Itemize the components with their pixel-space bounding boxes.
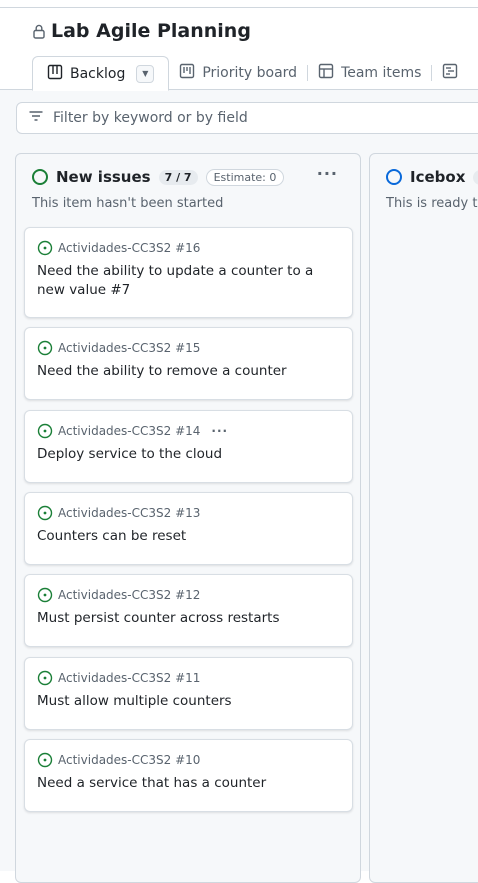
issue-title[interactable]: Must allow multiple counters: [37, 692, 340, 711]
issue-card[interactable]: Actividades-CC3S2 #11 Must allow multipl…: [24, 657, 353, 730]
column-title: Icebox: [410, 168, 466, 186]
issue-card[interactable]: Actividades-CC3S2 #13 Counters can be re…: [24, 492, 353, 565]
issue-reference[interactable]: Actividades-CC3S2 #13: [58, 506, 200, 520]
issue-title[interactable]: Counters can be reset: [37, 527, 340, 546]
tab-more[interactable]: [432, 56, 468, 90]
tab-team-items[interactable]: Team items: [308, 56, 431, 90]
issue-opened-icon: [37, 423, 53, 439]
tab-priority-board[interactable]: Priority board: [169, 56, 307, 90]
tab-backlog[interactable]: Backlog ▼: [32, 56, 170, 91]
view-tabs: Backlog ▼ Priority board Team items: [32, 56, 468, 91]
issue-opened-icon: [37, 240, 53, 256]
filter-input[interactable]: Filter by keyword or by field: [16, 102, 478, 134]
status-circle-icon: [386, 169, 402, 185]
tab-label: Backlog: [70, 65, 126, 82]
chevron-down-icon[interactable]: ▼: [136, 64, 155, 83]
issue-reference[interactable]: Actividades-CC3S2 #16: [58, 241, 200, 255]
issue-title[interactable]: Deploy service to the cloud: [37, 445, 340, 464]
filter-placeholder: Filter by keyword or by field: [53, 110, 248, 126]
card-menu-icon[interactable]: ···: [211, 424, 228, 438]
issue-opened-icon: [37, 505, 53, 521]
filter-icon: [28, 108, 44, 128]
issue-opened-icon: [37, 752, 53, 768]
roadmap-icon: [442, 63, 458, 83]
issue-title[interactable]: Need the ability to update a counter to …: [37, 262, 340, 300]
issue-opened-icon: [37, 340, 53, 356]
tab-label: Priority board: [202, 65, 298, 81]
estimate-badge: Estimate: 0: [205, 168, 285, 186]
tab-label: Team items: [341, 65, 422, 81]
issue-card[interactable]: Actividades-CC3S2 #15 Need the ability t…: [24, 327, 353, 400]
issue-title[interactable]: Must persist counter across restarts: [37, 609, 340, 628]
column-header: Icebox: [386, 168, 478, 186]
column-header: New issues 7 / 7 Estimate: 0: [32, 168, 285, 186]
issue-reference[interactable]: Actividades-CC3S2 #10: [58, 753, 200, 767]
item-count-badge: [473, 169, 478, 185]
issue-opened-icon: [37, 670, 53, 686]
column-title: New issues: [56, 168, 151, 186]
project-header: Lab Agile Planning: [32, 20, 251, 42]
column-new-issues: New issues 7 / 7 Estimate: 0 ··· This it…: [15, 153, 361, 883]
issue-reference[interactable]: Actividades-CC3S2 #14: [58, 424, 200, 438]
item-count-badge: 7 / 7: [158, 169, 198, 185]
table-icon: [318, 63, 334, 83]
issue-card[interactable]: Actividades-CC3S2 #16 Need the ability t…: [24, 227, 353, 318]
top-border: [0, 7, 478, 8]
issue-reference[interactable]: Actividades-CC3S2 #11: [58, 671, 200, 685]
board-icon: [179, 63, 195, 83]
issue-reference[interactable]: Actividades-CC3S2 #12: [58, 588, 200, 602]
column-description: This is ready to: [386, 196, 478, 211]
column-description: This item hasn't been started: [32, 196, 224, 211]
issue-card[interactable]: Actividades-CC3S2 #12 Must persist count…: [24, 574, 353, 647]
issue-reference[interactable]: Actividades-CC3S2 #15: [58, 341, 200, 355]
page-title: Lab Agile Planning: [51, 20, 251, 42]
issue-card[interactable]: Actividades-CC3S2 #10 Need a service tha…: [24, 739, 353, 812]
lock-icon: [32, 22, 46, 40]
issue-title[interactable]: Need a service that has a counter: [37, 774, 340, 793]
status-circle-icon: [32, 169, 48, 185]
column-menu-icon[interactable]: ···: [317, 164, 338, 183]
issue-opened-icon: [37, 587, 53, 603]
issue-title[interactable]: Need the ability to remove a counter: [37, 362, 340, 381]
column-icebox: Icebox This is ready to: [369, 153, 478, 883]
table-icon: [47, 64, 63, 84]
issue-card[interactable]: Actividades-CC3S2 #14 ··· Deploy service…: [24, 410, 353, 483]
